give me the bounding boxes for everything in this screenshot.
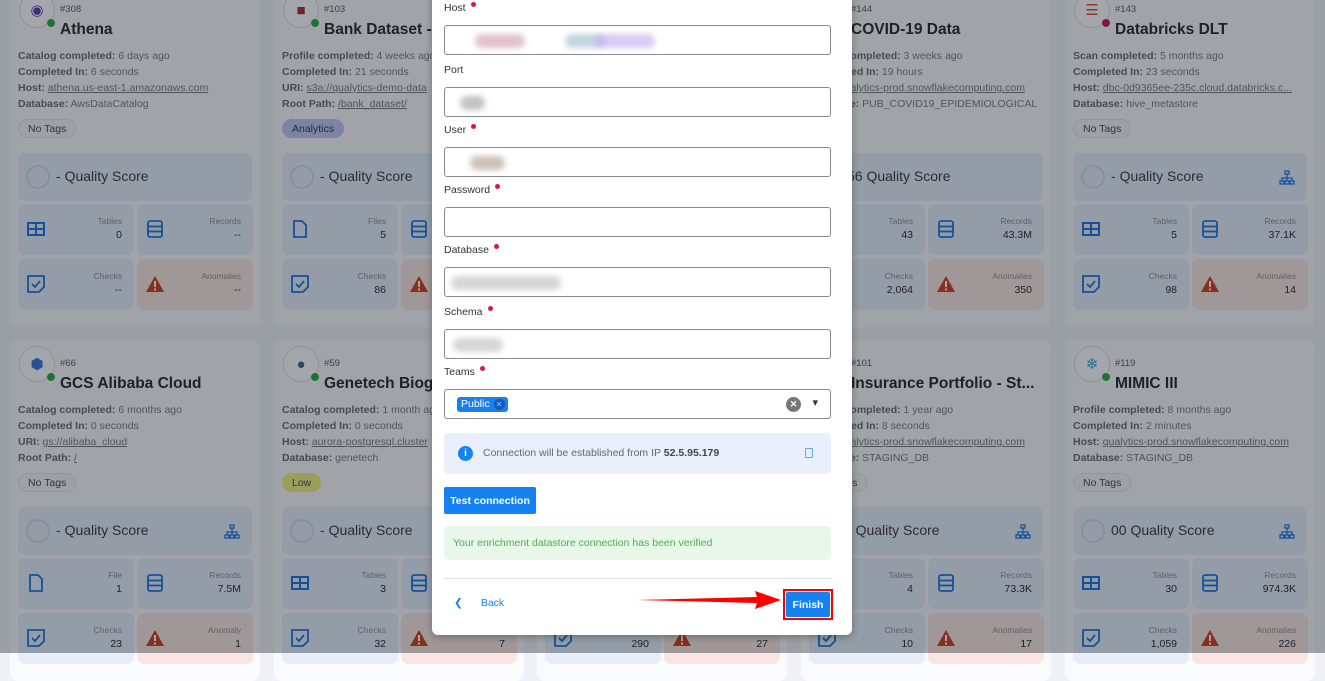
redacted-value <box>470 156 505 170</box>
schema-input[interactable] <box>444 329 831 359</box>
divider <box>444 578 831 579</box>
label-text: Password <box>444 184 491 196</box>
test-connection-button[interactable]: Test connection <box>444 487 536 514</box>
password-input[interactable] <box>444 207 831 237</box>
port-input[interactable] <box>444 87 831 117</box>
info-text: Connection will be established from IP <box>483 447 664 459</box>
required-dot <box>493 244 499 249</box>
team-chip-public[interactable]: Public ✕ <box>457 397 508 412</box>
user-input[interactable] <box>444 147 831 177</box>
red-arrow-annotation <box>637 591 781 609</box>
field-label-teams: Teams <box>444 366 485 378</box>
redacted-value <box>595 34 655 48</box>
field-label-host: Host <box>444 2 476 14</box>
field-label-schema: Schema <box>444 306 493 318</box>
label-text: Port <box>444 64 464 76</box>
connection-modal: Host Port User Password Database Schema Teams P… <box>432 0 852 635</box>
required-dot <box>479 366 485 371</box>
success-message: Your enrichment datastore connection has… <box>444 526 831 560</box>
chevron-down-icon[interactable]: ▾ <box>812 396 818 409</box>
finish-button[interactable]: Finish <box>786 592 830 617</box>
field-label-password: Password <box>444 184 501 196</box>
label-text: User <box>444 124 467 136</box>
required-dot <box>470 2 476 7</box>
redacted-value <box>475 34 525 48</box>
database-input[interactable] <box>444 267 831 297</box>
required-dot <box>495 184 501 189</box>
clear-icon[interactable]: ✕ <box>786 397 801 412</box>
label-text: Host <box>444 2 466 14</box>
redacted-value <box>460 96 485 110</box>
required-dot <box>471 124 477 129</box>
back-label: Back <box>480 597 505 609</box>
teams-input[interactable]: Public ✕ ✕ ▾ <box>444 389 831 419</box>
field-label-database: Database <box>444 244 499 256</box>
info-icon: i <box>458 446 473 461</box>
host-input[interactable] <box>444 25 831 55</box>
label-text: Database <box>444 244 489 256</box>
redacted-value <box>451 276 561 290</box>
required-dot <box>487 306 493 311</box>
field-label-user: User <box>444 124 477 136</box>
field-label-port: Port <box>444 64 463 76</box>
copy-icon[interactable] <box>805 448 813 458</box>
ip-info-banner: i Connection will be established from IP… <box>444 433 831 474</box>
label-text: Teams <box>444 366 475 378</box>
back-button[interactable]: ❮ Back <box>454 597 504 609</box>
remove-chip-icon[interactable]: ✕ <box>493 399 505 410</box>
label-text: Schema <box>444 306 483 318</box>
ip-address: 52.5.95.179 <box>663 447 720 459</box>
redacted-value <box>453 338 503 352</box>
chevron-left-icon: ❮ <box>454 597 463 609</box>
